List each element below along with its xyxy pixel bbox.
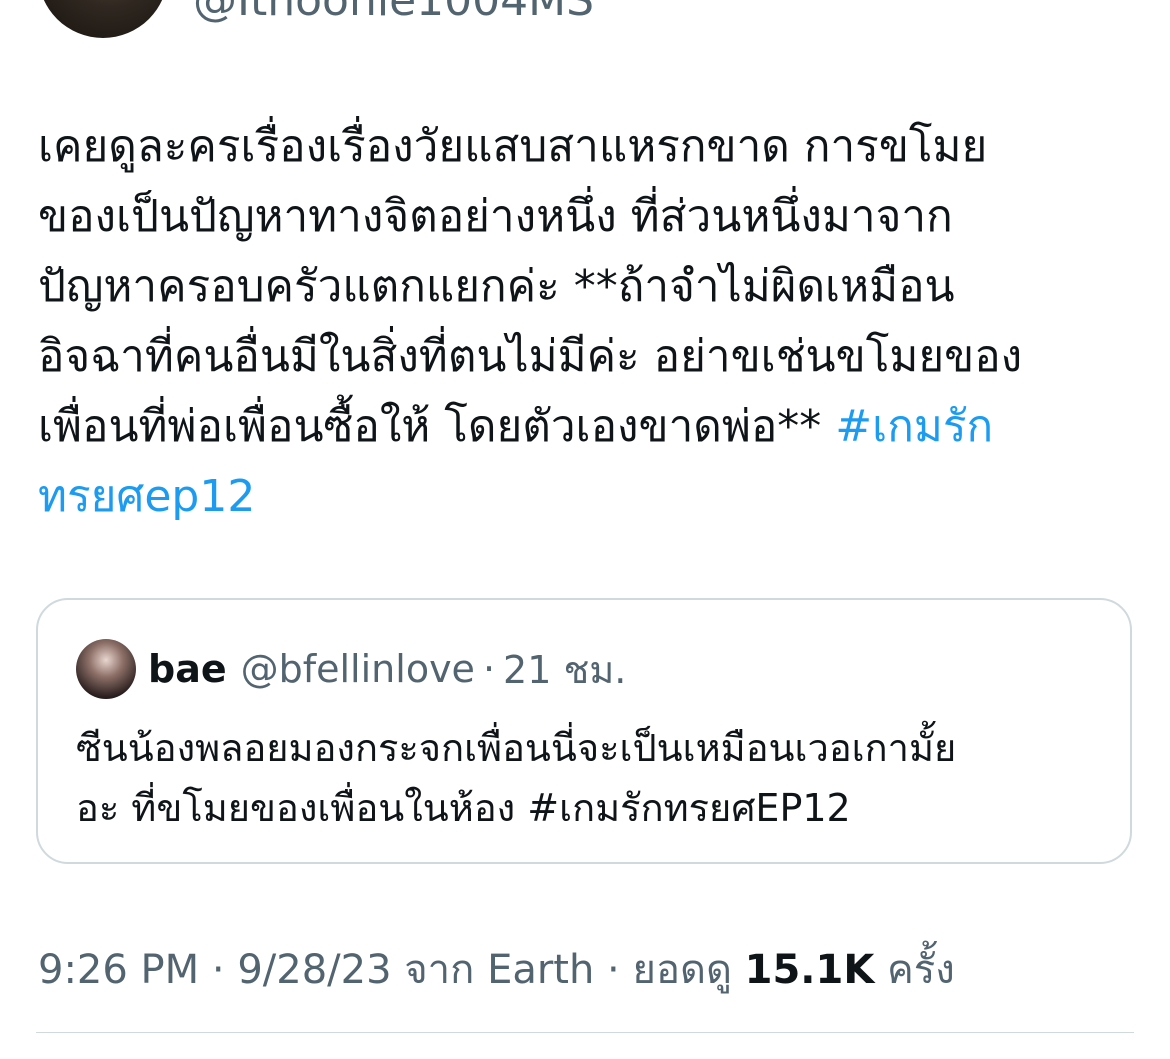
separator-dot: · [594, 947, 633, 993]
tweet-date[interactable]: 9/28/23 [237, 947, 391, 993]
tweet-time[interactable]: 9:26 PM [38, 947, 199, 993]
tweet-text-line: ปัญหาครอบครัวแตกแยกค่ะ **ถ้าจำไม่ผิดเหมื… [38, 261, 955, 312]
views-count[interactable]: 15.1K [745, 947, 875, 993]
separator-dot: · [482, 647, 496, 691]
quoted-text-line: ซีนน้องพลอยมองกระจกเพื่อนนี่จะเป็นเหมือน… [76, 726, 957, 770]
quoted-author-handle[interactable]: @bfellinlove [241, 647, 475, 691]
quoted-tweet-time[interactable]: 21 ชม. [503, 639, 626, 700]
quoted-tweet-card[interactable]: bae @bfellinlove · 21 ชม. ซีนน้องพลอยมอง… [36, 598, 1132, 864]
tweet-source: Earth [487, 947, 595, 993]
tweet-meta: 9:26 PM · 9/28/23 จาก Earth · ยอดดู 15.1… [38, 942, 955, 998]
quoted-text-line: อะ ที่ขโมยของเพื่อนในห้อง #เกมรักทรยศEP1… [76, 786, 851, 830]
hashtag-link[interactable]: #เกมรัก [835, 401, 993, 452]
views-label: ยอดดู [632, 947, 745, 993]
quoted-author-name[interactable]: bae [148, 647, 227, 691]
tweet-text-line-with-hashtag: เพื่อนที่พ่อเพื่อนซื้อให้ โดยตัวเองขาดพ่… [38, 392, 1118, 462]
tweet-text-line: อิจฉาที่คนอื่นมีในสิ่งที่ตนไม่มีค่ะ อย่า… [38, 331, 1023, 382]
author-avatar[interactable] [38, 0, 168, 38]
tweet-text-fragment: เพื่อนที่พ่อเพื่อนซื้อให้ โดยตัวเองขาดพ่… [38, 401, 836, 452]
source-prefix: จาก [391, 947, 488, 993]
quoted-author-avatar[interactable] [76, 639, 136, 699]
quoted-tweet-header: bae @bfellinlove · 21 ชม. [76, 638, 626, 700]
hashtag-link-continuation[interactable]: ทรยศep12 [38, 462, 1118, 532]
divider [36, 1032, 1134, 1033]
tweet-text-line: ของเป็นปัญหาทางจิตอย่างหนึ่ง ที่ส่วนหนึ่… [38, 191, 953, 242]
separator-dot: · [199, 947, 238, 993]
tweet-text: เคยดูละครเรื่องเรื่องวัยแสบสาแหรกขาด การ… [38, 112, 1118, 532]
tweet-text-line: เคยดูละครเรื่องเรื่องวัยแสบสาแหรกขาด การ… [38, 121, 988, 172]
tweet-detail-page: @Ithoonie1004MS เคยดูละครเรื่องเรื่องวัย… [0, 0, 1170, 1059]
quoted-tweet-text: ซีนน้องพลอยมองกระจกเพื่อนนี่จะเป็นเหมือน… [76, 718, 1096, 838]
author-handle[interactable]: @Ithoonie1004MS [193, 0, 594, 29]
views-suffix: ครั้ง [874, 947, 955, 993]
